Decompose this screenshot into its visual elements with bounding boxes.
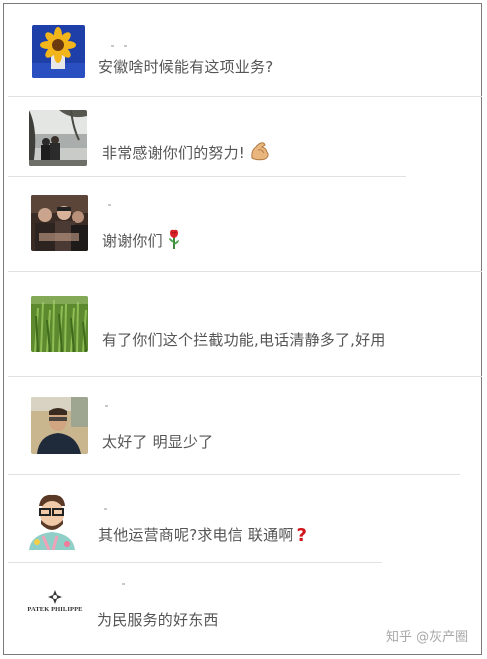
comment-text: 非常感谢你们的努力! xyxy=(102,141,271,165)
divider xyxy=(8,376,482,377)
red-question-mark-emoji: ? xyxy=(296,525,308,546)
username-placeholder xyxy=(108,204,111,206)
sunflower-avatar[interactable] xyxy=(32,25,85,78)
comment-text-label: 非常感谢你们的努力! xyxy=(102,144,246,162)
rose-emoji xyxy=(167,229,181,253)
username-placeholder xyxy=(111,45,114,47)
comment-text: 谢谢你们 xyxy=(102,229,181,253)
group-photo-avatar[interactable] xyxy=(31,195,88,251)
patek-philippe-logo-text: PATEK PHILIPPE xyxy=(27,606,83,613)
username-placeholder xyxy=(105,405,108,407)
comment-text: 太好了 明显少了 xyxy=(102,431,213,452)
username-placeholder xyxy=(124,45,127,47)
zhihu-watermark: 知乎 @灰产圈 xyxy=(386,630,469,645)
cartoon-man-avatar[interactable] xyxy=(23,492,80,550)
man-glasses-avatar[interactable] xyxy=(31,397,88,454)
flexed-biceps-emoji xyxy=(249,141,271,165)
comment-text-label: 太好了 明显少了 xyxy=(102,433,214,451)
patek-philippe-avatar[interactable]: PATEK PHILIPPE xyxy=(26,580,84,634)
comment-text-label: 谢谢你们 xyxy=(102,232,163,250)
comment-text: 为民服务的好东西 xyxy=(97,609,219,630)
green-field-avatar[interactable] xyxy=(31,296,88,352)
couple-lake-avatar[interactable] xyxy=(29,110,87,166)
divider xyxy=(8,271,482,272)
divider xyxy=(8,176,406,177)
comment-text-label: 有了你们这个拦截功能,电话清静多了,好用 xyxy=(102,331,386,349)
username-placeholder xyxy=(122,583,125,585)
username-placeholder xyxy=(104,508,107,510)
comment-text: 安徽啥时候能有这项业务? xyxy=(98,56,273,77)
comment-text: 有了你们这个拦截功能,电话清静多了,好用 xyxy=(102,329,386,350)
comment-text-label: 为民服务的好东西 xyxy=(97,611,219,629)
comment-text-label: 安徽啥时候能有这项业务? xyxy=(98,58,274,76)
comment-text-label: 其他运营商呢?求电信 联通啊 xyxy=(98,526,294,544)
divider xyxy=(8,96,482,97)
comment-text: 其他运营商呢?求电信 联通啊? xyxy=(98,524,307,546)
divider xyxy=(8,562,382,563)
divider xyxy=(8,474,460,475)
